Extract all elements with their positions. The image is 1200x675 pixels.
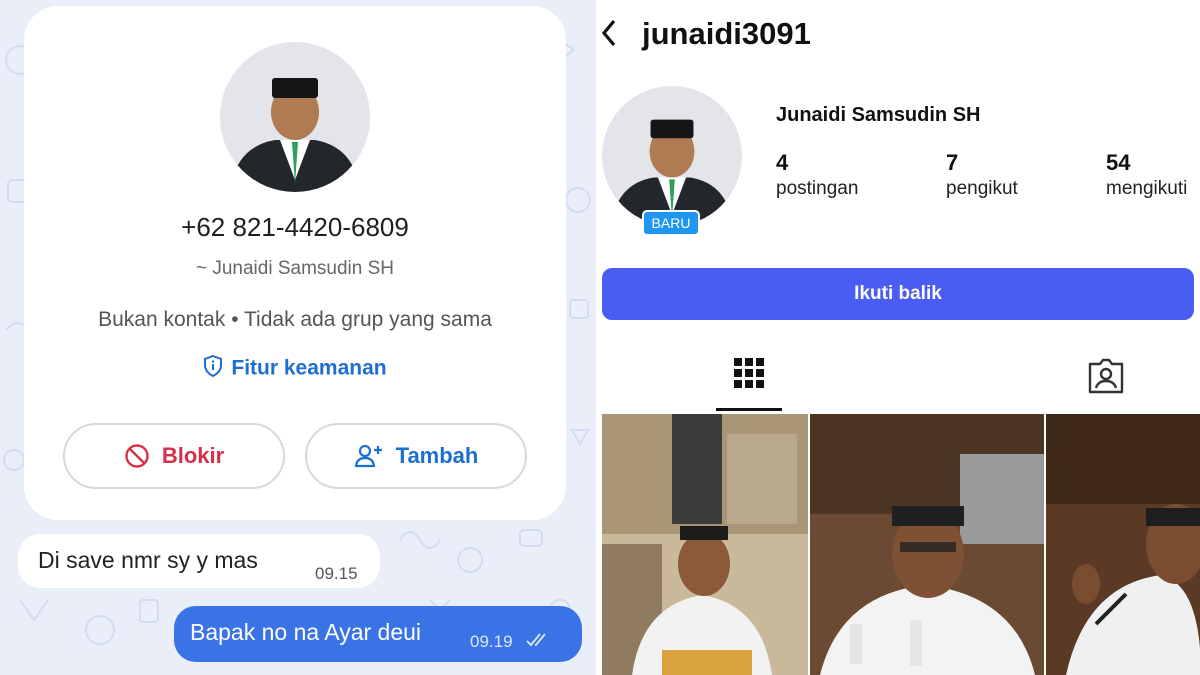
contact-avatar[interactable] [220,42,370,192]
back-chevron-icon[interactable] [600,18,618,57]
stat-posts[interactable]: 4 postingan [776,150,858,200]
incoming-message-bubble[interactable]: Di save nmr sy y mas 09.15 [18,534,380,588]
message-time: 09.19 [470,632,513,651]
post-photo-official-speaking [1046,414,1200,675]
stat-value: 4 [776,150,789,175]
add-person-icon [354,444,382,468]
tagged-icon [1088,358,1124,394]
avatar-person-illustration [602,86,742,226]
active-tab-indicator [716,408,782,411]
profile-full-name: Junaidi Samsudin SH [776,104,981,126]
new-account-badge: BARU [642,210,700,236]
profile-avatar[interactable] [602,86,742,226]
screenshot-collage: +62 821-4420-6809 ~ Junaidi Samsudin SH … [0,0,1200,675]
shield-info-icon [203,354,223,383]
stat-label: mengikuti [1106,178,1188,199]
post-photo-official-meeting [810,414,1044,675]
security-features-label: Fitur keamanan [231,356,387,380]
block-label: Blokir [161,443,225,468]
contact-pushname: ~ Junaidi Samsudin SH [195,258,395,279]
message-time: 09.15 [315,564,358,583]
add-contact-label: Tambah [395,443,479,468]
stat-label: pengikut [946,178,1018,199]
security-features-link[interactable]: Fitur keamanan [0,354,590,383]
block-button[interactable]: Blokir [63,423,285,489]
message-text: Bapak no na Ayar deui [190,619,422,645]
read-double-check-icon [526,632,552,653]
contact-phone-number: +62 821-4420-6809 [181,212,409,242]
profile-username: junaidi3091 [642,16,811,51]
stat-following[interactable]: 54 mengikuti [1106,150,1187,200]
follow-back-button[interactable]: Ikuti balik [602,268,1194,320]
stat-value: 7 [946,150,959,175]
stat-value: 54 [1106,150,1131,175]
block-icon [125,444,149,468]
grid-icon [734,358,764,388]
avatar-person-illustration [220,42,370,192]
stat-label: postingan [776,178,859,199]
contact-subinfo: Bukan kontak • Tidak ada grup yang sama [98,308,492,331]
tab-posts-grid[interactable] [716,352,782,410]
post-thumbnail[interactable] [1046,414,1200,675]
stat-followers[interactable]: 7 pengikut [946,150,1018,200]
add-contact-button[interactable]: Tambah [305,423,527,489]
chat-panel: +62 821-4420-6809 ~ Junaidi Samsudin SH … [0,0,596,675]
post-photo-official-seated [602,414,808,675]
profile-panel: junaidi3091 BARU Junaidi Samsudin SH 4 p… [598,0,1200,675]
tab-tagged[interactable] [1086,356,1126,396]
post-thumbnail[interactable] [602,414,808,675]
message-text: Di save nmr sy y mas [38,547,258,573]
post-thumbnail[interactable] [810,414,1044,675]
outgoing-message-bubble[interactable]: Bapak no na Ayar deui 09.19 [174,606,582,662]
